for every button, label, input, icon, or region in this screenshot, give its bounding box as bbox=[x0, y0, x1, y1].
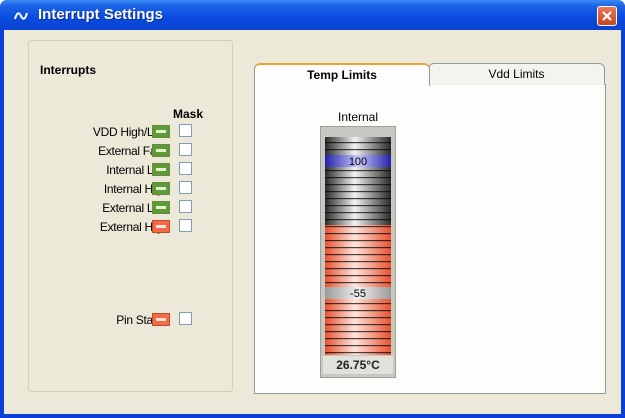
interrupt-row: External High bbox=[30, 219, 220, 237]
chart-wave-icon bbox=[14, 12, 28, 20]
temperature-readout: 26.75°C bbox=[323, 356, 393, 374]
tab-vdd-limits[interactable]: Vdd Limits bbox=[428, 63, 605, 85]
gauge-tube: 100 -55 bbox=[325, 137, 391, 355]
interrupt-row: Internal High bbox=[30, 181, 220, 199]
status-led bbox=[152, 144, 170, 157]
mask-checkbox[interactable] bbox=[179, 143, 192, 156]
interrupt-row: External Low bbox=[30, 200, 220, 218]
tab-panel bbox=[254, 84, 606, 394]
temperature-gauge[interactable]: 100 -55 bbox=[320, 126, 396, 378]
tab-temp-limits[interactable]: Temp Limits bbox=[254, 63, 430, 86]
interrupt-row: Internal Low bbox=[30, 162, 220, 180]
close-button[interactable] bbox=[597, 6, 617, 26]
window-title: Interrupt Settings bbox=[38, 6, 164, 23]
status-led bbox=[152, 201, 170, 214]
interrupts-group-title: Interrupts bbox=[37, 63, 100, 77]
mask-checkbox[interactable] bbox=[179, 219, 192, 232]
status-led bbox=[152, 125, 170, 138]
mask-header: Mask bbox=[173, 107, 204, 121]
mask-checkbox[interactable] bbox=[179, 181, 192, 194]
mask-checkbox[interactable] bbox=[179, 124, 192, 137]
low-limit-value: -55 bbox=[350, 288, 366, 300]
close-icon bbox=[602, 11, 612, 21]
interrupt-row: VDD High/Low bbox=[30, 124, 220, 142]
mask-checkbox[interactable] bbox=[179, 162, 192, 175]
status-led bbox=[152, 182, 170, 195]
title-bar[interactable]: Interrupt Settings bbox=[0, 0, 625, 30]
high-limit-value: 100 bbox=[349, 156, 367, 168]
pin-status-led bbox=[152, 313, 170, 326]
status-led bbox=[152, 163, 170, 176]
mask-checkbox[interactable] bbox=[179, 200, 192, 213]
interrupt-row: External Fault bbox=[30, 143, 220, 161]
pin-status-row: Pin Status bbox=[30, 312, 220, 330]
pin-status-mask-checkbox[interactable] bbox=[179, 312, 192, 325]
status-led bbox=[152, 220, 170, 233]
gauge-label: Internal bbox=[338, 110, 379, 124]
